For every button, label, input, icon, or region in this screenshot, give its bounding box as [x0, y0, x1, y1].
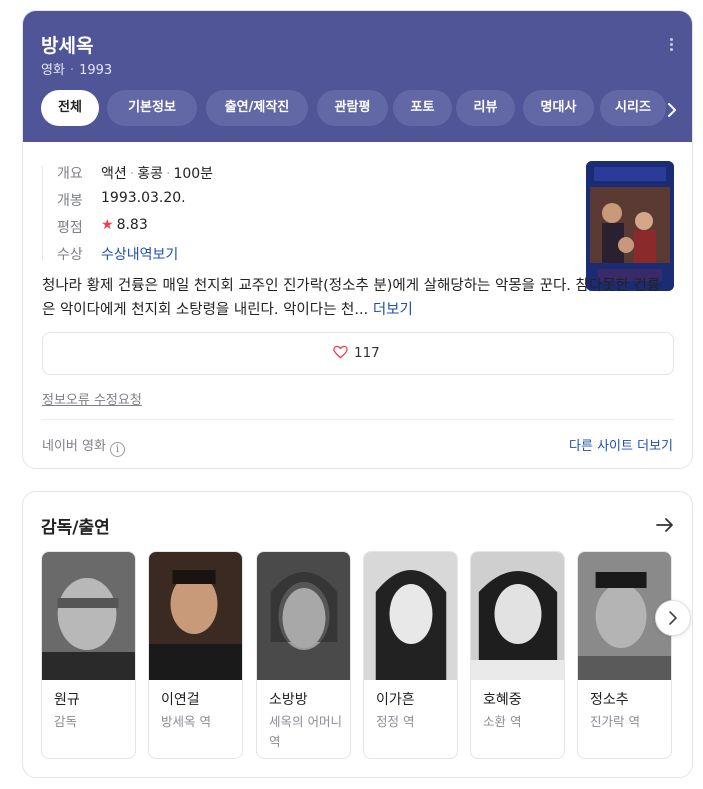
cast-card-item[interactable]: 원규 감독 [41, 551, 136, 759]
info-row-overview: 개요 액션 · 홍콩 · 100분 [42, 163, 342, 183]
movie-year: 1993 [79, 63, 113, 78]
like-count: 117 [354, 345, 380, 361]
person-role: 감독 [54, 714, 78, 729]
person-photo [42, 552, 135, 680]
overview-value: 액션 · 홍콩 · 100분 [101, 166, 214, 182]
cast-card-item[interactable]: 이연걸 방세옥 역 [148, 551, 243, 759]
person-role: 정정 역 [376, 714, 415, 729]
heart-icon [333, 345, 348, 359]
release-date: 1993.03.20. [101, 190, 186, 206]
country: 홍콩 [137, 166, 163, 182]
genre: 액션 [101, 166, 127, 182]
more-options-icon[interactable] [668, 38, 674, 54]
tab-quotes[interactable]: 명대사 [523, 90, 594, 126]
synopsis-more-link[interactable]: 더보기 [373, 302, 413, 318]
person-role: 방세옥 역 [161, 714, 211, 729]
cast-card-item[interactable]: 호혜중 소환 역 [470, 551, 565, 759]
like-button[interactable]: 117 [42, 332, 674, 375]
person-name: 이가흔 [376, 692, 415, 708]
synopsis: 청나라 황제 건륭은 매일 천지회 교주인 진가락(정소추 분)에게 살해당하는… [42, 274, 672, 322]
person-name: 호혜중 [483, 692, 522, 708]
tab-reviews[interactable]: 리뷰 [456, 90, 515, 126]
movie-poster[interactable] [586, 161, 674, 291]
person-role: 소환 역 [483, 714, 522, 729]
person-photo [149, 552, 242, 680]
arrow-right-icon[interactable] [656, 517, 674, 533]
rating-number: 8.83 [116, 217, 148, 233]
divider [42, 419, 674, 420]
star-icon: ★ [101, 217, 114, 233]
movie-title[interactable]: 방세옥 [41, 31, 93, 58]
person-role: 진가락 역 [590, 714, 640, 729]
person-photo [257, 552, 350, 680]
person-photo [364, 552, 457, 680]
cast-card-item[interactable]: 소방방 세옥의 어머니 역 [256, 551, 351, 759]
info-row-release: 개봉 1993.03.20. [42, 190, 342, 210]
person-photo [471, 552, 564, 680]
rating-value: ★ 8.83 [101, 217, 148, 233]
other-sites-link[interactable]: 다른 사이트 더보기 [569, 435, 673, 454]
movie-info-card: 방세옥 영화 · 1993 전체 기본정보 출연/제작진 관람평 포토 리뷰 명대사… [22, 10, 693, 469]
person-role: 세옥의 어머니 역 [269, 714, 342, 749]
synopsis-text: 청나라 황제 건륭은 매일 천지회 교주인 진가락(정소추 분)에게 살해당하는… [42, 278, 661, 318]
person-name: 소방방 [269, 692, 308, 708]
cast-card-item[interactable]: 정소추 진가락 역 [577, 551, 672, 759]
rating-label: 평점 [57, 220, 83, 236]
cast-card-item[interactable]: 이가흔 정정 역 [363, 551, 458, 759]
release-label: 개봉 [57, 193, 83, 209]
chevron-right-icon [669, 611, 677, 625]
award-link[interactable]: 수상내역보기 [101, 244, 178, 264]
person-name: 정소추 [590, 692, 629, 708]
tab-series[interactable]: 시리즈 [600, 90, 666, 126]
info-icon[interactable]: i [109, 442, 125, 457]
like-content: 117 [333, 345, 380, 361]
tab-cast-crew[interactable]: 출연/제작진 [206, 90, 308, 126]
report-error-link[interactable]: 정보오류 수정요청 [42, 389, 142, 408]
chevron-right-icon[interactable] [666, 103, 678, 117]
overview-label: 개요 [57, 166, 83, 182]
tab-reviews-audience[interactable]: 관람평 [317, 90, 388, 126]
cast-section-title[interactable]: 감독/출연 [41, 513, 110, 538]
source-label: 네이버 영화 i [42, 435, 125, 457]
tab-all[interactable]: 전체 [41, 90, 99, 126]
person-name: 이연걸 [161, 692, 200, 708]
poster-image [586, 161, 674, 291]
runtime: 100분 [173, 166, 214, 182]
award-label: 수상 [57, 247, 83, 263]
tab-photos[interactable]: 포토 [393, 90, 452, 126]
movie-subtitle: 영화 · 1993 [41, 59, 112, 78]
separator-dot: · [69, 63, 75, 78]
movie-header: 방세옥 영화 · 1993 전체 기본정보 출연/제작진 관람평 포토 리뷰 명대사… [23, 11, 692, 142]
carousel-next-button[interactable] [655, 600, 691, 636]
info-row-rating: 평점 ★ 8.83 [42, 217, 342, 237]
info-row-award: 수상 수상내역보기 [42, 244, 342, 264]
cast-card: 감독/출연 원규 감독 이연걸 방세옥 역 소방방 세옥의 어머니 역 이가흔 … [22, 491, 693, 778]
source-name: 네이버 영화 [42, 439, 106, 454]
person-name: 원규 [54, 692, 80, 708]
tab-basic-info[interactable]: 기본정보 [107, 90, 197, 126]
movie-type: 영화 [41, 63, 65, 78]
